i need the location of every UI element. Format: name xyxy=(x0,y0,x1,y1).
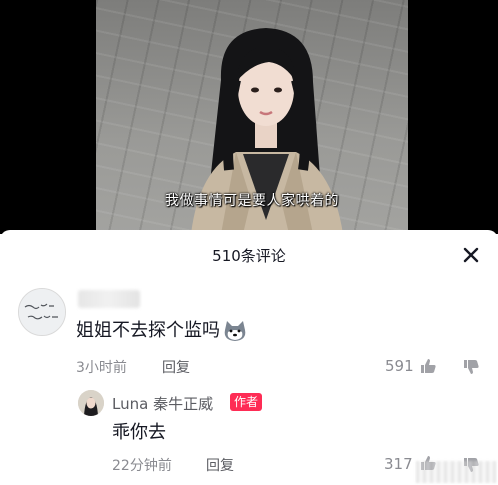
author-username[interactable]: Luna 秦牛正威 xyxy=(112,393,213,414)
comment-timestamp: 3小时前 xyxy=(76,360,127,376)
like-count: 591 xyxy=(385,357,414,375)
video-player[interactable]: 我做事情可是要人家哄着的 xyxy=(0,0,498,234)
comments-count-title: 510条评论 xyxy=(212,247,286,265)
husky-dog-emoji xyxy=(224,321,246,341)
comment-text: 姐姐不去探个监吗 xyxy=(76,316,248,342)
username-redacted xyxy=(78,290,140,308)
comment-text-content: 姐姐不去探个监吗 xyxy=(76,320,220,341)
close-icon[interactable] xyxy=(460,244,482,266)
like-count: 317 xyxy=(384,455,413,473)
avatar[interactable] xyxy=(18,288,66,336)
video-subtitle: 我做事情可是要人家哄着的 xyxy=(165,193,339,209)
thumbs-down-icon[interactable] xyxy=(462,358,480,376)
reply-button[interactable]: 回复 xyxy=(206,455,234,475)
comments-panel: 510条评论 姐姐不去探个监吗 3小时前 回复 591 Luna 秦牛正威 作者… xyxy=(0,230,498,485)
watermark-overlay xyxy=(416,461,496,483)
avatar[interactable] xyxy=(78,390,104,416)
author-avatar-image xyxy=(78,390,104,416)
reply-text: 乖你去 xyxy=(112,422,166,443)
thumbs-up-icon[interactable] xyxy=(419,357,437,375)
handwriting-avatar-image xyxy=(19,289,65,335)
comment-item: 姐姐不去探个监吗 3小时前 回复 591 xyxy=(18,288,488,388)
author-badge: 作者 xyxy=(230,393,263,411)
video-frame: 我做事情可是要人家哄着的 xyxy=(96,0,408,234)
reply-button[interactable]: 回复 xyxy=(162,357,190,377)
reply-timestamp: 22分钟前 xyxy=(112,458,172,474)
